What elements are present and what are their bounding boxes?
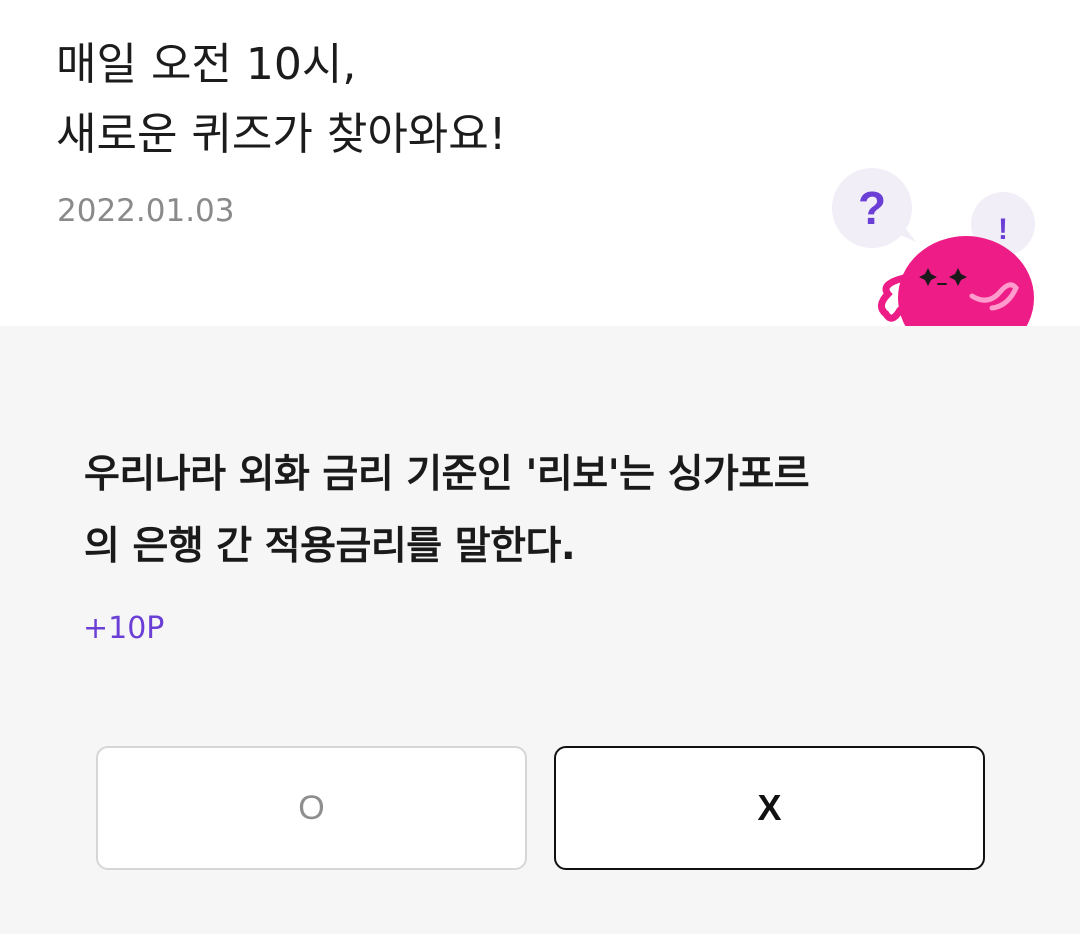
quiz-date: 2022.01.03 [57, 193, 235, 229]
headline: 매일 오전 10시, 새로운 퀴즈가 찾아와요! [56, 30, 506, 170]
question-mark: ? [858, 182, 886, 234]
answer-x-button[interactable]: X [554, 746, 985, 870]
points-reward: +10P [83, 611, 165, 646]
quiz-header: 매일 오전 10시, 새로운 퀴즈가 찾아와요! 2022.01.03 ? ! [0, 0, 1080, 326]
headline-line-2: 새로운 퀴즈가 찾아와요! [56, 109, 507, 160]
question-bubble-icon: ? [832, 168, 916, 248]
quiz-panel: 우리나라 외화 금리 기준인 '리보'는 싱가포르 의 은행 간 적용금리를 말… [0, 326, 1080, 934]
answer-o-button[interactable]: O [96, 746, 527, 870]
quiz-question: 우리나라 외화 금리 기준인 '리보'는 싱가포르 의 은행 간 적용금리를 말… [84, 439, 984, 583]
question-line-1: 우리나라 외화 금리 기준인 '리보'는 싱가포르 [84, 452, 810, 497]
question-line-2: 의 은행 간 적용금리를 말한다. [84, 524, 576, 569]
mascot-illustration: ? ! [832, 168, 1035, 326]
exclamation-mark: ! [998, 213, 1008, 246]
headline-line-1: 매일 오전 10시, [56, 39, 357, 90]
